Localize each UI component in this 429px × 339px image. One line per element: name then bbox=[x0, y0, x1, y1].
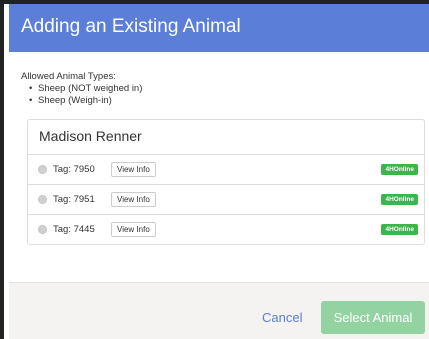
modal-footer: Cancel Select Animal bbox=[9, 282, 429, 339]
allowed-types-list: Sheep (NOT weighed in) Sheep (Weigh-in) bbox=[29, 83, 142, 107]
source-badge: 4HOnline bbox=[381, 194, 418, 205]
allowed-type-item: Sheep (NOT weighed in) bbox=[29, 83, 142, 95]
allowed-types-label: Allowed Animal Types: bbox=[21, 71, 116, 82]
allowed-type-item: Sheep (Weigh-in) bbox=[29, 95, 142, 107]
view-info-button[interactable]: View Info bbox=[111, 192, 156, 207]
view-info-button[interactable]: View Info bbox=[111, 162, 156, 177]
add-animal-modal: Adding an Existing Animal Allowed Animal… bbox=[9, 4, 429, 339]
select-animal-button[interactable]: Select Animal bbox=[321, 301, 425, 334]
animal-row: Tag: 7951 View Info 4HOnline bbox=[28, 184, 424, 214]
animals-panel: Madison Renner Tag: 7950 View Info 4HOnl… bbox=[27, 119, 425, 245]
modal-header: Adding an Existing Animal bbox=[9, 4, 429, 52]
window-edge-left bbox=[0, 0, 4, 339]
animal-tag: Tag: 7950 bbox=[53, 164, 95, 175]
cancel-button[interactable]: Cancel bbox=[262, 310, 302, 325]
animal-row: Tag: 7950 View Info 4HOnline bbox=[28, 154, 424, 184]
source-badge: 4HOnline bbox=[381, 164, 418, 175]
animal-radio[interactable] bbox=[38, 225, 47, 234]
animal-tag: Tag: 7445 bbox=[53, 224, 95, 235]
owner-name: Madison Renner bbox=[39, 128, 142, 144]
view-info-button[interactable]: View Info bbox=[111, 222, 156, 237]
source-badge: 4HOnline bbox=[381, 224, 418, 235]
animal-radio[interactable] bbox=[38, 165, 47, 174]
animal-radio[interactable] bbox=[38, 195, 47, 204]
modal-title: Adding an Existing Animal bbox=[21, 16, 241, 37]
animal-tag: Tag: 7951 bbox=[53, 194, 95, 205]
animal-row: Tag: 7445 View Info 4HOnline bbox=[28, 214, 424, 244]
